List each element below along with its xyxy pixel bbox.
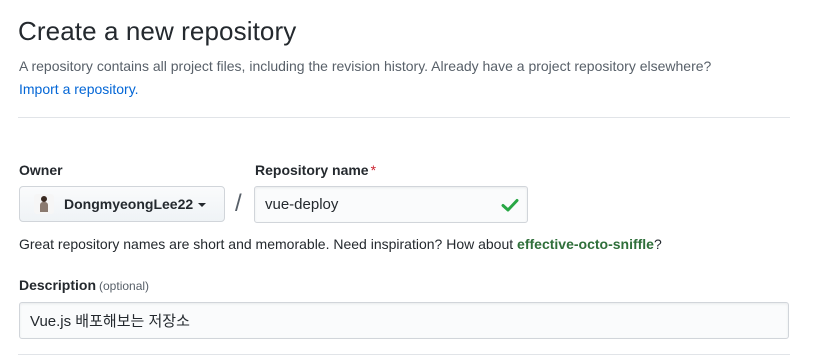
owner-label: Owner xyxy=(19,162,63,178)
repository-name-input[interactable] xyxy=(254,186,528,223)
optional-label: (optional) xyxy=(99,279,150,293)
repository-name-hint: Great repository names are short and mem… xyxy=(19,236,662,252)
description-label-text: Description xyxy=(19,277,97,293)
description-divider xyxy=(18,354,790,355)
owner-avatar xyxy=(34,194,54,214)
repository-name-label-text: Repository name xyxy=(255,162,369,178)
page-title: Create a new repository xyxy=(18,16,297,46)
header-divider xyxy=(18,117,790,118)
subtitle-text: A repository contains all project files,… xyxy=(19,58,712,74)
suggested-name[interactable]: effective-octo-sniffle xyxy=(517,236,654,252)
chevron-down-icon xyxy=(198,203,207,207)
description-input[interactable] xyxy=(19,302,789,339)
repository-name-label: Repository name * xyxy=(255,162,376,178)
hint-text: Great repository names are short and mem… xyxy=(19,236,514,252)
owner-dropdown-button[interactable]: DongmyeongLee22 xyxy=(19,186,225,222)
import-repository-link[interactable]: Import a repository. xyxy=(19,81,139,97)
owner-name: DongmyeongLee22 xyxy=(64,196,194,212)
page-subtitle: A repository contains all project files,… xyxy=(19,55,809,101)
hint-end: ? xyxy=(653,236,662,252)
required-mark: * xyxy=(370,162,377,178)
owner-repo-separator: / xyxy=(235,190,242,217)
check-icon xyxy=(501,199,519,212)
description-label: Description (optional) xyxy=(19,277,149,293)
